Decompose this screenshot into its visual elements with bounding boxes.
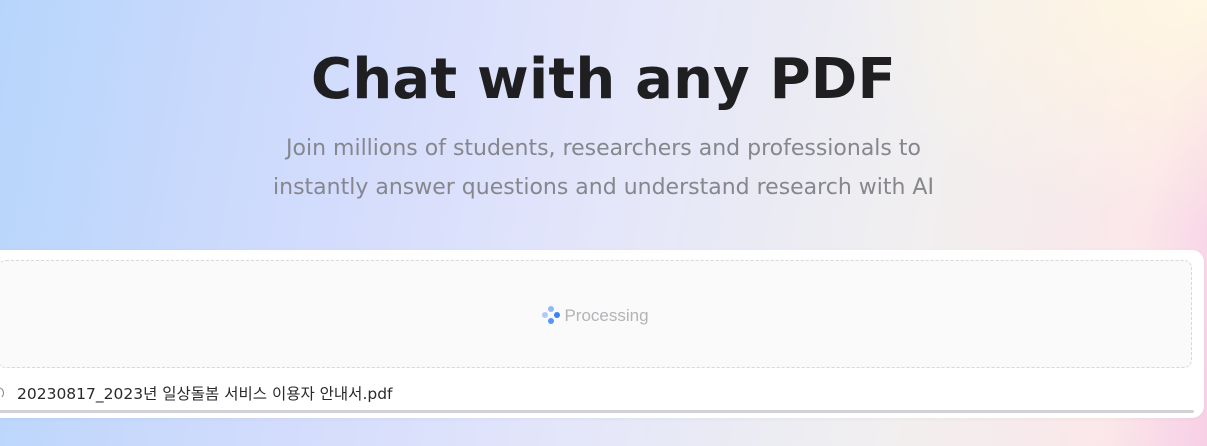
page-title: Chat with any PDF [311, 47, 896, 112]
loading-spinner-icon [0, 387, 4, 399]
processing-label: Processing [564, 306, 649, 325]
file-name: 20230817_2023년 일상돌봄 서비스 이용자 안내서.pdf [17, 385, 393, 403]
upload-progress-bar [0, 410, 1194, 413]
pdf-dropzone[interactable]: Processing [0, 260, 1192, 368]
processing-status: Processing [0, 305, 1191, 326]
uploaded-file-item: 20230817_2023년 일상돌봄 서비스 이용자 안내서.pdf [0, 383, 1198, 405]
upload-progress-fill [0, 410, 1194, 413]
loading-dots-icon [541, 305, 561, 325]
page-subtitle: Join millions of students, researchers a… [0, 129, 1207, 207]
upload-card: Processing 20230817_2023년 일상돌봄 서비스 이용자 안… [0, 250, 1204, 418]
subtitle-line-2: instantly answer questions and understan… [273, 175, 934, 200]
subtitle-line-1: Join millions of students, researchers a… [286, 136, 921, 161]
